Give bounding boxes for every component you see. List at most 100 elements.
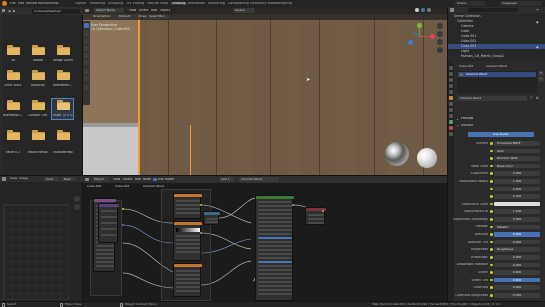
wave-texture-node[interactable]	[173, 263, 202, 297]
socket-dot-icon[interactable]	[490, 164, 493, 168]
menu-select[interactable]: Select	[139, 9, 149, 12]
pan-hand-icon[interactable]	[74, 204, 80, 210]
folder-icon[interactable]	[7, 70, 20, 80]
socket-dot-icon[interactable]	[490, 157, 493, 160]
socket-dot-icon[interactable]	[490, 210, 493, 213]
folder-icon[interactable]	[7, 130, 20, 140]
transform-tool-icon[interactable]	[84, 60, 89, 65]
annotate-tool-icon[interactable]	[84, 69, 89, 74]
folder-icon[interactable]	[57, 45, 70, 55]
property-field[interactable]: 0.100	[494, 194, 540, 199]
render-tab-icon[interactable]	[449, 72, 453, 76]
reroute-mix-node[interactable]	[203, 211, 220, 225]
tab-animation[interactable]: Animation	[188, 2, 205, 5]
outliner-row[interactable]: Human_1.8_Metric_Group1	[448, 54, 545, 59]
node-editor-canvas[interactable]: Cube.003 Cube.003 Charred Wood	[83, 183, 447, 302]
folder-icon[interactable]	[32, 130, 45, 140]
editor-type-icon[interactable]	[85, 8, 89, 12]
socket-dot-icon[interactable]	[490, 256, 493, 259]
data-tab-icon[interactable]	[449, 120, 453, 124]
tab-geometry-nodes[interactable]: Geometry Nodes	[250, 2, 278, 5]
property-field[interactable]: 1.000	[494, 179, 540, 184]
tab-shading[interactable]: Shading	[170, 1, 188, 5]
output-tab-icon[interactable]	[449, 78, 453, 82]
texture-tab-icon[interactable]	[449, 132, 453, 136]
node-menu-add[interactable]: Add	[135, 178, 141, 181]
socket-dot-icon[interactable]	[490, 172, 493, 175]
blender-logo-icon[interactable]	[2, 1, 7, 6]
tab-texture-paint[interactable]: Texture Paint	[147, 2, 168, 5]
zoom-icon[interactable]	[437, 23, 443, 29]
pan-hand-icon[interactable]	[437, 31, 443, 37]
node-socket[interactable]	[122, 224, 124, 226]
scene-tab-icon[interactable]	[449, 84, 453, 88]
path-field[interactable]: C:\Users\Desktop\	[32, 8, 80, 14]
noise-texture-node[interactable]	[173, 193, 202, 219]
rendered-shading-icon[interactable]	[427, 8, 431, 12]
image-menu-view[interactable]: View	[10, 177, 17, 180]
tab-sculpting[interactable]: Sculpting	[108, 2, 123, 5]
drag-dropdown[interactable]: Select Box	[147, 14, 169, 19]
socket-dot-icon[interactable]	[490, 218, 493, 221]
socket-dot-icon[interactable]	[490, 263, 493, 267]
editor-type-icon[interactable]	[85, 177, 89, 181]
shader-type-dropdown[interactable]: Object	[92, 177, 109, 182]
use-nodes-checkbox[interactable]	[153, 177, 157, 181]
constraints-tab-icon[interactable]	[449, 114, 453, 118]
gizmo-x-icon[interactable]	[430, 34, 435, 39]
property-field[interactable]: 0.000	[494, 171, 540, 176]
slot-dropdown[interactable]: Slot 1	[219, 177, 234, 182]
object-tab-icon[interactable]	[449, 96, 453, 100]
socket-dot-icon[interactable]	[490, 142, 493, 145]
add-slot-button[interactable]: +	[538, 71, 544, 76]
image-editor-canvas[interactable]	[0, 182, 83, 302]
scene-selector[interactable]: Scene	[455, 1, 485, 6]
property-field[interactable]: 0.200	[494, 186, 540, 192]
menu-file[interactable]: File	[10, 2, 16, 5]
outliner-search-input[interactable]	[468, 8, 518, 12]
section-preview[interactable]: Preview	[461, 117, 473, 120]
editor-type-icon[interactable]	[2, 8, 5, 12]
folder-icon-selected[interactable]	[57, 100, 70, 110]
rotate-tool-icon[interactable]	[84, 46, 89, 51]
property-field[interactable]: 0.000	[494, 262, 540, 268]
visibility-eye-icon[interactable]: ◉	[536, 20, 539, 24]
material-preview-icon[interactable]	[421, 8, 425, 12]
folder-icon[interactable]	[32, 100, 45, 110]
node-menu-view[interactable]: View	[113, 178, 120, 181]
menu-object[interactable]: Object	[160, 9, 170, 12]
remove-slot-button[interactable]: −	[538, 77, 544, 82]
property-field[interactable]: Random Walk	[494, 156, 540, 161]
back-arrow-icon[interactable]: ◀	[8, 9, 10, 13]
tab-scripting[interactable]: Scripting	[277, 2, 292, 5]
folder-icon[interactable]	[32, 70, 45, 80]
world-tab-icon[interactable]	[449, 90, 453, 94]
new-image-button[interactable]: New	[62, 176, 76, 182]
editor-type-icon[interactable]	[2, 177, 6, 181]
editor-type-icon[interactable]	[450, 8, 454, 12]
gizmo-z-icon[interactable]	[408, 40, 413, 45]
visibility-eye-icon[interactable]: ◉	[536, 45, 539, 49]
node-material-field[interactable]: Charred Wood	[239, 177, 279, 182]
tab-layout[interactable]: Layout	[75, 2, 86, 5]
socket-dot-icon[interactable]	[490, 248, 493, 251]
node-socket[interactable]	[200, 204, 202, 206]
forward-arrow-icon[interactable]: ▶	[13, 9, 15, 13]
section-surface[interactable]: Surface	[461, 124, 473, 127]
node-menu-select[interactable]: Select	[123, 178, 133, 181]
move-tool-icon[interactable]	[84, 39, 89, 44]
add-cube-tool-icon[interactable]	[84, 85, 89, 90]
mapping-node[interactable]	[98, 203, 119, 243]
socket-dot-icon[interactable]	[490, 202, 493, 206]
use-nodes-button[interactable]: Use Nodes	[468, 132, 534, 137]
node-socket[interactable]	[122, 208, 124, 210]
3d-viewport[interactable]: Object Mode View Select Add Object Globa…	[83, 7, 447, 175]
node-socket[interactable]	[200, 232, 202, 234]
socket-dot-icon[interactable]	[490, 294, 493, 297]
menu-edit[interactable]: Edit	[18, 2, 24, 5]
tab-uv-editing[interactable]: UV Editing	[127, 2, 144, 5]
property-field[interactable]: 0.500	[494, 232, 540, 237]
folder-icon[interactable]	[57, 130, 70, 140]
property-field[interactable]: 0.000	[494, 217, 540, 222]
tab-compositing[interactable]: Compositing	[228, 2, 249, 5]
